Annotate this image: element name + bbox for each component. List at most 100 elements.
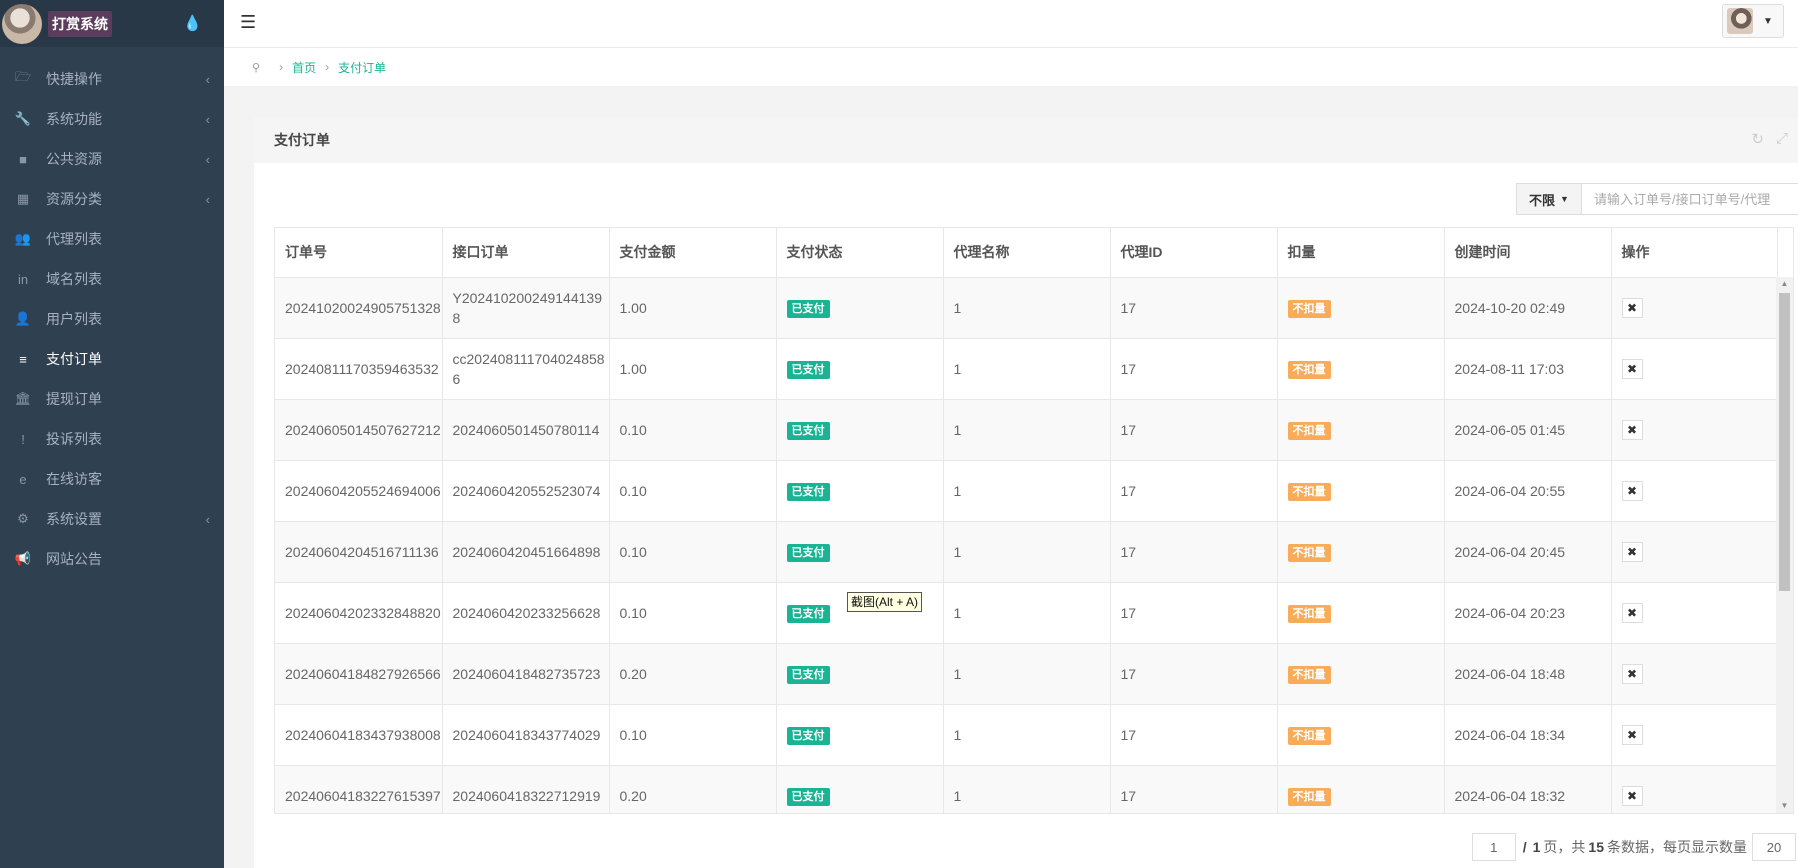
sidebar-item-label: 系统设置 — [46, 511, 102, 527]
created-time: 2024-06-04 18:34 — [1444, 704, 1612, 766]
agent-id: 17 — [1110, 460, 1278, 522]
sidebar-item-label: 在线访客 — [46, 471, 102, 487]
action-cell: ✖ — [1611, 460, 1778, 522]
created-time: 2024-06-04 20:45 — [1444, 521, 1612, 583]
sidebar-nav: 🗁 快捷操作 ‹ 🔧 系统功能 ‹ ■ 公共资源 ‹ ▦ 资源分类 ‹ 👥 代理列表 in 域名列表 👤 用户列表… — [0, 47, 224, 579]
deduct-badge: 不扣量 — [1287, 300, 1331, 318]
fullscreen-icon[interactable]: ⤢ — [1776, 130, 1788, 148]
delete-icon[interactable]: ✖ — [1621, 420, 1643, 440]
sidebar-item[interactable]: 👤 用户列表 — [0, 299, 224, 339]
column-header[interactable]: 代理ID — [1110, 228, 1278, 278]
interface-order: 2024060418343774029 — [442, 704, 610, 766]
panel-header: 支付订单 ↻ ⤢ — [254, 117, 1798, 163]
column-header[interactable]: 操作 — [1611, 228, 1778, 278]
delete-icon[interactable]: ✖ — [1621, 725, 1643, 745]
interface-order: cc2024081117040248586 — [442, 338, 610, 400]
sidebar-item[interactable]: 🔧 系统功能 ‹ — [0, 99, 224, 139]
payment-amount: 1.00 — [609, 338, 777, 400]
column-header[interactable]: 扣量 — [1277, 228, 1445, 278]
delete-icon[interactable]: ✖ — [1621, 603, 1643, 623]
sidebar-item[interactable]: ▦ 资源分类 ‹ — [0, 179, 224, 219]
folder-open-icon: 🗁 — [14, 69, 32, 84]
bank-icon: 🏛 — [14, 391, 32, 406]
table-scrollbar[interactable]: ▲ ▼ — [1776, 277, 1793, 813]
breadcrumb-separator: › — [279, 60, 284, 74]
agent-id: 17 — [1110, 643, 1278, 705]
sidebar-item-label: 域名列表 — [46, 271, 102, 287]
chevron-left-icon: ‹ — [205, 111, 210, 127]
order-number: 20240604183437938008 — [275, 704, 443, 766]
delete-icon[interactable]: ✖ — [1621, 664, 1643, 684]
order-number: 20240604183227615397 — [275, 765, 443, 813]
page-size-input[interactable] — [1752, 833, 1796, 861]
table-header-row: 订单号 接口订单 支付金额 支付状态 代理名称 代理ID 扣量 创建时间 操作 — [275, 228, 1778, 278]
refresh-icon[interactable]: ↻ — [1751, 130, 1764, 148]
status-badge: 已支付 — [786, 300, 830, 318]
page-separator: / — [1522, 839, 1527, 855]
users-icon: 👥 — [14, 231, 32, 246]
sidebar-item-label: 支付订单 — [46, 351, 102, 367]
gear-icon: ⚙ — [17, 511, 29, 526]
menu-toggle-icon[interactable]: ☰ — [240, 12, 256, 33]
payment-amount: 0.20 — [609, 643, 777, 705]
column-header[interactable]: 创建时间 — [1444, 228, 1612, 278]
delete-icon[interactable]: ✖ — [1621, 542, 1643, 562]
order-number: 20240604204516711136 — [275, 521, 443, 583]
delete-icon[interactable]: ✖ — [1621, 481, 1643, 501]
sidebar-item-label: 公共资源 — [46, 151, 102, 167]
status-badge: 已支付 — [786, 666, 830, 684]
table-row: 20240604205524694006 2024060420552523074 0… — [275, 460, 1778, 522]
sidebar-item[interactable]: 🗁 快捷操作 ‹ — [0, 59, 224, 99]
agent-id: 17 — [1110, 399, 1278, 461]
payment-amount: 0.10 — [609, 460, 777, 522]
column-header[interactable]: 接口订单 — [442, 228, 610, 278]
scroll-down-arrow-icon[interactable]: ▼ — [1776, 799, 1793, 813]
user-menu[interactable]: ▼ — [1722, 4, 1784, 38]
bullhorn-icon: 📢 — [14, 551, 32, 566]
payment-amount: 0.10 — [609, 521, 777, 583]
column-header[interactable]: 支付状态 — [776, 228, 944, 278]
brand: 打赏系统 💧 — [0, 0, 224, 47]
table-row: 20241020024905751328 Y2024102002491441398… — [275, 277, 1778, 339]
delete-icon[interactable]: ✖ — [1621, 359, 1643, 379]
created-time: 2024-10-20 02:49 — [1444, 277, 1612, 339]
breadcrumb: ⚲ › 首页 › 支付订单 — [224, 48, 1798, 86]
filter-dropdown[interactable]: 不限 ▼ — [1516, 183, 1582, 215]
sidebar-item[interactable]: ⚙ 系统设置 ‹ — [0, 499, 224, 539]
sidebar-item[interactable]: 🏛 提现订单 — [0, 379, 224, 419]
deduct-cell: 不扣量 — [1277, 399, 1445, 461]
deduct-badge: 不扣量 — [1287, 422, 1331, 440]
sidebar-item[interactable]: 📢 网站公告 — [0, 539, 224, 579]
order-number: 20240604202332848820 — [275, 582, 443, 644]
column-header[interactable]: 订单号 — [275, 228, 443, 278]
sidebar-item[interactable]: ! 投诉列表 — [0, 419, 224, 459]
deduct-badge: 不扣量 — [1287, 361, 1331, 379]
sidebar-item[interactable]: 👥 代理列表 — [0, 219, 224, 259]
breadcrumb-home[interactable]: 首页 — [292, 59, 316, 76]
breadcrumb-current[interactable]: 支付订单 — [338, 59, 386, 76]
page-number-input[interactable] — [1471, 833, 1516, 861]
theme-droplet-icon[interactable]: 💧 — [183, 14, 202, 32]
search-input[interactable] — [1582, 183, 1798, 215]
sidebar-item[interactable]: in 域名列表 — [0, 259, 224, 299]
sidebar-item-label: 系统功能 — [46, 111, 102, 127]
delete-icon[interactable]: ✖ — [1621, 298, 1643, 318]
agent-name: 1 — [943, 277, 1111, 339]
created-time: 2024-06-04 18:48 — [1444, 643, 1612, 705]
column-header[interactable]: 代理名称 — [943, 228, 1111, 278]
column-header[interactable]: 支付金额 — [609, 228, 777, 278]
payment-status-cell: 已支付 — [776, 338, 944, 400]
scroll-up-arrow-icon[interactable]: ▲ — [1776, 277, 1793, 291]
payment-amount: 0.20 — [609, 765, 777, 813]
chevron-left-icon: ‹ — [205, 71, 210, 87]
created-time: 2024-08-11 17:03 — [1444, 338, 1612, 400]
interface-order: 2024060420233256628 — [442, 582, 610, 644]
delete-icon[interactable]: ✖ — [1621, 786, 1643, 806]
sidebar-item[interactable]: ≡ 支付订单 — [0, 339, 224, 379]
action-cell: ✖ — [1611, 399, 1778, 461]
agent-id: 17 — [1110, 704, 1278, 766]
sidebar-item[interactable]: ■ 公共资源 ‹ — [0, 139, 224, 179]
interface-order: 2024060418482735723 — [442, 643, 610, 705]
scroll-thumb[interactable] — [1779, 293, 1790, 591]
sidebar-item[interactable]: e 在线访客 — [0, 459, 224, 499]
